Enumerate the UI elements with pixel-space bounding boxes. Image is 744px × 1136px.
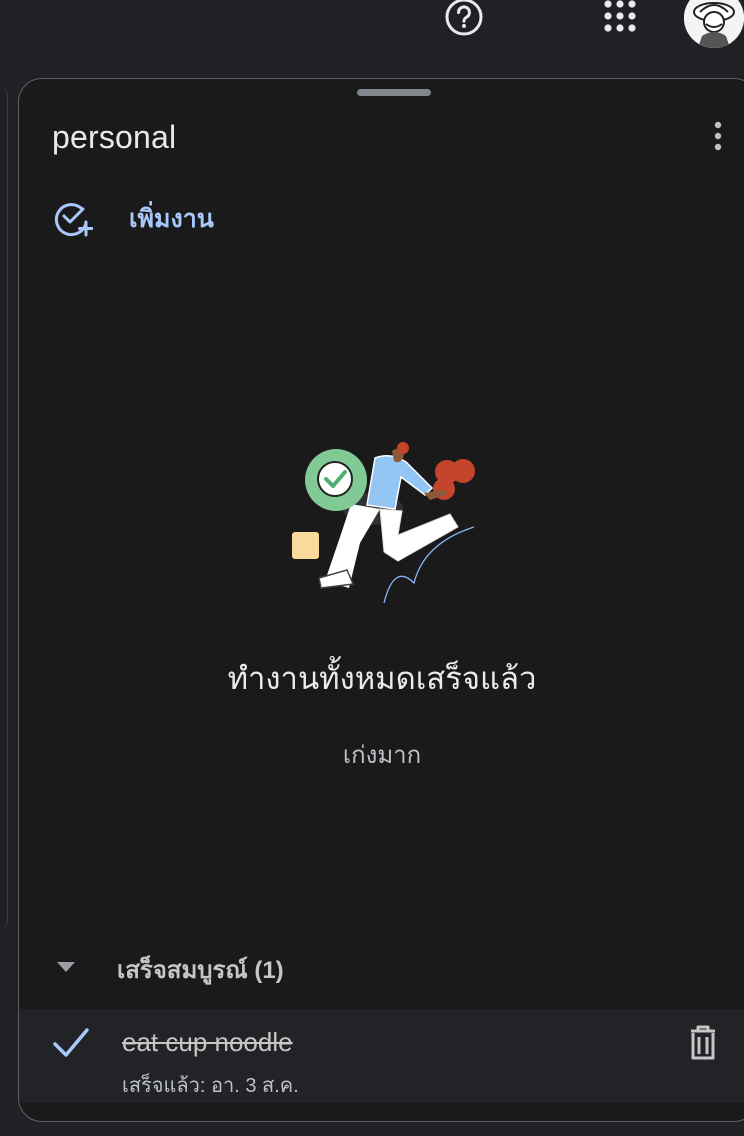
completed-task-row[interactable]: eat cup noodle เสร็จแล้ว: อา. 3 ส.ค.	[19, 1009, 744, 1103]
empty-state-title: ทำงานทั้งหมดเสร็จแล้ว	[227, 661, 537, 696]
all-done-illustration	[274, 435, 514, 605]
drag-handle[interactable]	[357, 89, 431, 96]
background-panel-edge	[0, 88, 8, 928]
more-vert-icon[interactable]	[703, 119, 733, 153]
task-list-panel: personal เพิ่มงาน ทำงานทั้งหมดเสร็จแล้ว …	[18, 78, 744, 1122]
add-task-button[interactable]: เพิ่มงาน	[53, 199, 214, 239]
add-task-icon	[53, 197, 94, 242]
top-bar	[0, 0, 744, 52]
completed-section-toggle[interactable]: เสร็จสมบูรณ์ (1)	[55, 949, 284, 989]
completed-header-label: เสร็จสมบูรณ์ (1)	[117, 956, 284, 984]
list-title: personal	[52, 119, 177, 155]
empty-state-subtitle: เก่งมาก	[342, 742, 422, 769]
avatar[interactable]	[684, 0, 744, 48]
add-task-label: เพิ่มงาน	[129, 205, 214, 233]
check-icon[interactable]	[51, 1025, 91, 1061]
apps-grid-icon[interactable]	[602, 0, 638, 34]
task-title: eat cup noodle	[122, 1027, 293, 1057]
arrow-down-icon	[55, 960, 77, 979]
task-completed-date: เสร็จแล้ว: อา. 3 ส.ค.	[122, 1075, 299, 1097]
help-icon[interactable]	[444, 0, 484, 37]
trash-icon[interactable]	[685, 1023, 721, 1063]
